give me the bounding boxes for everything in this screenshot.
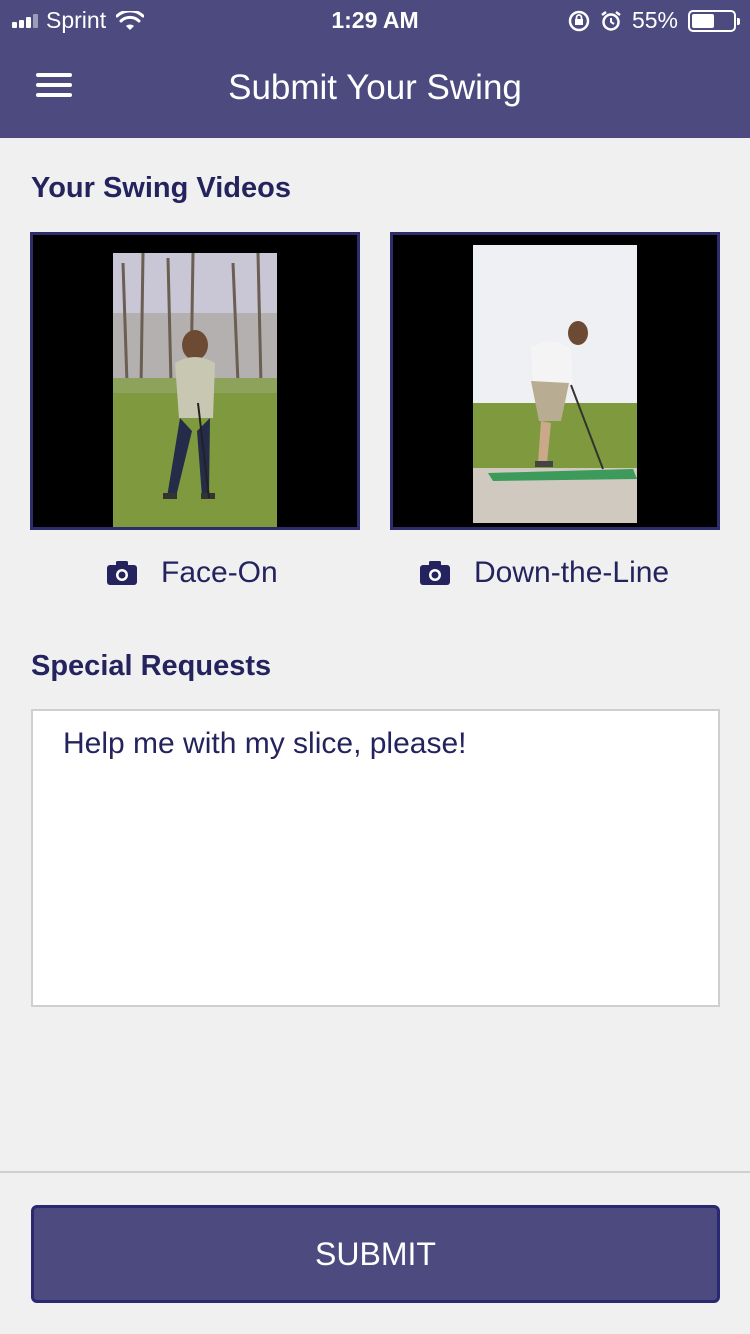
special-requests-textarea[interactable]: Help me with my slice, please! <box>31 709 720 1007</box>
alarm-icon <box>601 10 621 31</box>
page-title: Submit Your Swing <box>228 68 522 107</box>
camera-icon <box>107 561 137 585</box>
footer-divider <box>0 1171 750 1173</box>
header: Submit Your Swing <box>0 40 750 138</box>
down-the-line-camera-button[interactable]: Down-the-Line <box>420 556 669 590</box>
submit-button[interactable]: SUBMIT <box>31 1205 720 1303</box>
battery-percent: 55% <box>631 7 678 33</box>
rotation-lock-icon <box>568 10 590 31</box>
camera-icon <box>420 561 450 585</box>
face-on-video-thumbnail[interactable] <box>30 232 360 530</box>
videos-section-title: Your Swing Videos <box>31 172 291 204</box>
down-the-line-video-frame <box>473 245 637 523</box>
down-the-line-label: Down-the-Line <box>474 556 670 589</box>
face-on-label: Face-On <box>161 556 278 589</box>
status-right: 55% <box>568 7 740 34</box>
face-on-video-frame <box>113 253 277 527</box>
battery-icon <box>688 9 740 32</box>
battery-level <box>692 13 714 28</box>
down-the-line-video-thumbnail[interactable] <box>390 232 720 530</box>
status-bar: Sprint 1:29 AM 55% <box>0 0 750 40</box>
face-on-camera-button[interactable]: Face-On <box>107 556 278 590</box>
requests-section-title: Special Requests <box>31 650 272 682</box>
